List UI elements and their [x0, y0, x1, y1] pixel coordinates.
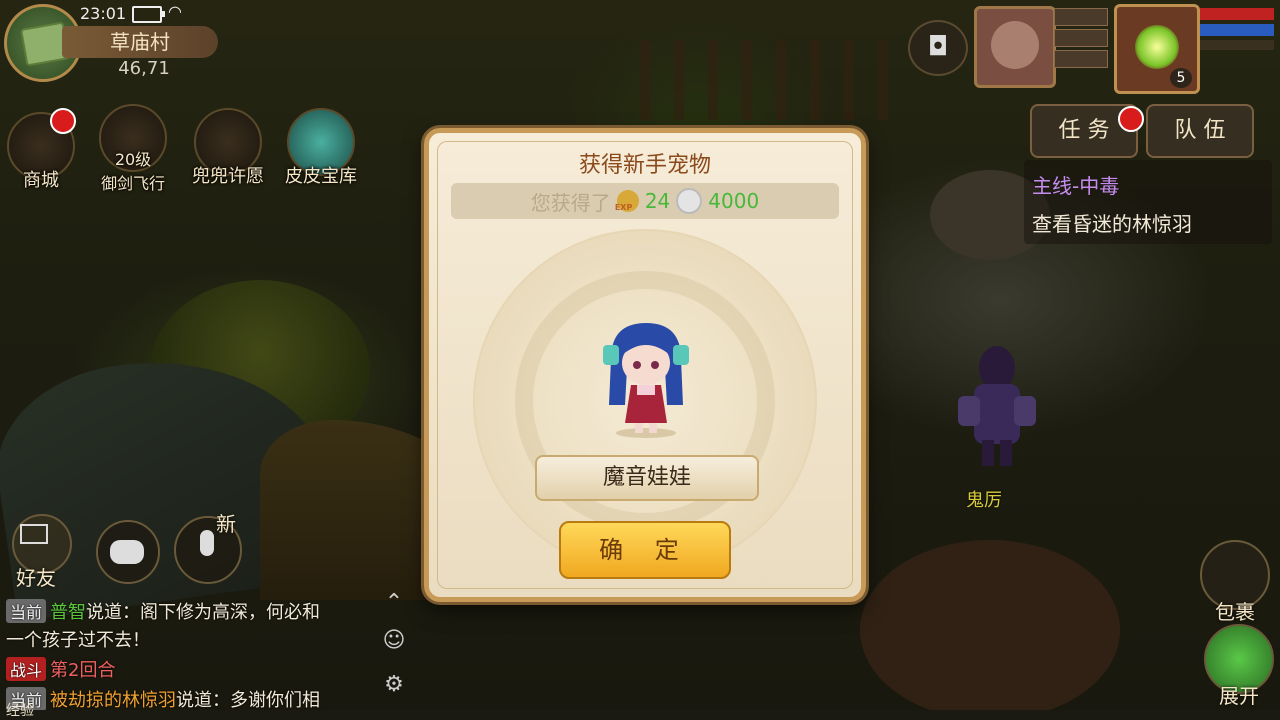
bag-button[interactable]: 包裹 — [1200, 540, 1270, 625]
tab-team[interactable]: 队 伍 — [1146, 104, 1254, 158]
notification-dot — [50, 108, 76, 134]
sword-flight-button[interactable]: 20级 御剑飞行 — [98, 104, 168, 194]
quest-tracker[interactable]: 主线-中毒 查看昏迷的林惊羽 — [1024, 160, 1272, 244]
gear-icon[interactable]: ⚙ — [378, 672, 410, 704]
camera-button[interactable]: ◘ — [908, 20, 968, 76]
exp-icon — [615, 190, 639, 212]
mail-icon — [20, 524, 48, 544]
treasure-button[interactable]: 皮皮宝库 — [276, 108, 366, 188]
task-notification-dot — [1118, 106, 1144, 132]
quest-title: 主线-中毒 — [1032, 174, 1120, 198]
chat-tag: 战斗 — [6, 657, 47, 681]
mp-bar — [1200, 24, 1274, 36]
dialog-title: 获得新手宠物 — [578, 153, 711, 178]
hp-bar — [1200, 8, 1274, 20]
reward-dialog: 获得新手宠物 您获得了 24 4000 魔音娃娃 确 定 — [424, 128, 866, 602]
clock: 23:01 — [80, 4, 127, 23]
chat-line-cont: 一个孩子过不去！ — [6, 630, 150, 651]
quest-desc: 查看昏迷的林惊羽 — [1032, 212, 1192, 236]
coin-value: 4000 — [708, 189, 760, 213]
battery-icon — [132, 6, 165, 23]
new-badge: 新 — [216, 512, 236, 536]
expand-button[interactable]: 展开 — [1204, 624, 1274, 709]
pet-bars — [1054, 8, 1108, 68]
location-coords: 46,71 — [118, 58, 170, 79]
pet-face-icon — [991, 21, 1039, 69]
reward-info: 您获得了 24 4000 — [451, 183, 839, 219]
bag-label: 包裹 — [1215, 600, 1255, 624]
pet-name: 魔音娃娃 — [535, 455, 759, 501]
camera-icon: ◘ — [927, 32, 949, 62]
expand-label: 展开 — [1219, 684, 1259, 708]
wish-label: 兜兜许愿 — [192, 166, 264, 187]
npc-name: 鬼厉 — [966, 490, 1002, 511]
exp-bar-label: 经验 — [6, 703, 34, 719]
sword-flight-label: 御剑飞行 — [100, 174, 165, 193]
confirm-button[interactable]: 确 定 — [559, 521, 731, 579]
player-avatar-icon — [1135, 25, 1179, 69]
status-bar — [1200, 40, 1274, 50]
coin-icon — [676, 188, 703, 214]
npc-character[interactable] — [952, 340, 1042, 470]
location-name[interactable]: 草庙村 — [62, 26, 218, 58]
reward-label: 您获得了 — [530, 190, 611, 215]
chat-line: 当前 被劫掠的林惊羽说道：多谢你们相 — [6, 686, 320, 712]
exp-value: 24 — [644, 189, 671, 213]
exp-bar: 经验 — [0, 703, 1280, 720]
chevron-up-icon[interactable]: ⌃ — [378, 590, 410, 622]
shop-label: 商城 — [23, 170, 59, 191]
pet-figure — [603, 323, 689, 438]
chat-tag: 当前 — [6, 599, 47, 623]
chat-line: 战斗 第2回合 — [6, 656, 115, 682]
chat-name[interactable]: 被劫掠的林惊羽 — [50, 690, 176, 711]
wifi-icon: ◠ — [168, 2, 182, 21]
chat-button[interactable] — [96, 520, 160, 584]
chat-text: 第2回合 — [50, 660, 116, 681]
chat-line: 当前 普智说道：阁下修为高深，何必和 — [6, 598, 320, 624]
emoji-icon[interactable]: ☺ — [378, 628, 410, 660]
chat-name[interactable]: 普智 — [50, 602, 86, 623]
pet-portrait[interactable] — [974, 6, 1056, 88]
wish-button[interactable]: 兜兜许愿 — [186, 108, 270, 188]
chat-text: 说道：多谢你们相 — [176, 690, 321, 711]
microphone-icon — [200, 530, 214, 556]
chat-bubble-icon — [110, 540, 144, 564]
friends-label: 好友 — [16, 566, 56, 590]
player-level: 5 — [1170, 68, 1192, 88]
sword-flight-level: 20级 — [114, 150, 152, 169]
treasure-label: 皮皮宝库 — [285, 166, 357, 187]
chat-text: 说道：阁下修为高深，何必和 — [86, 602, 321, 623]
